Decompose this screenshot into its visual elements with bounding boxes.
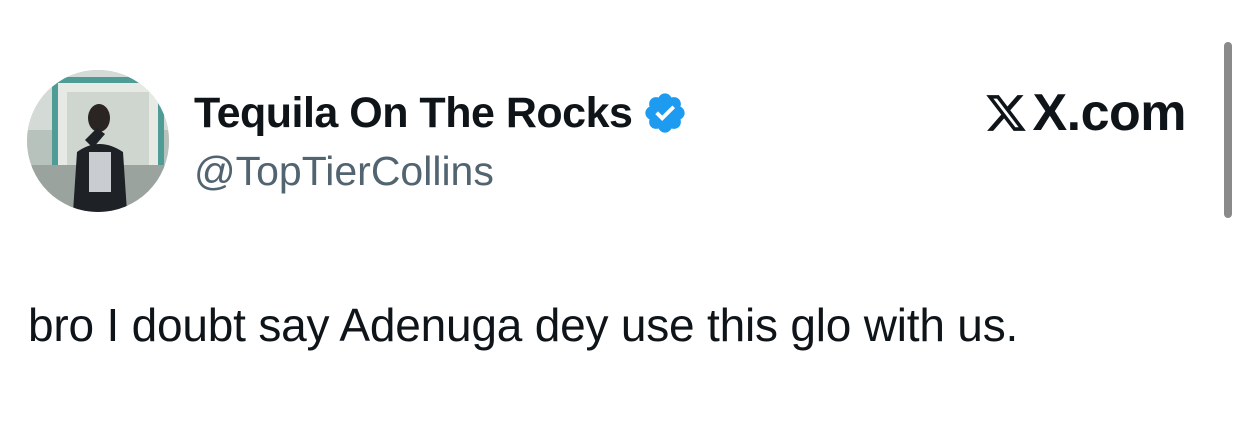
name-row: Tequila On The Rocks: [194, 86, 688, 140]
scrollbar-thumb[interactable]: [1224, 42, 1232, 218]
author-block: Tequila On The Rocks @TopTierCollins: [194, 86, 688, 195]
user-handle[interactable]: @TopTierCollins: [194, 148, 688, 195]
x-logo-icon: [986, 95, 1027, 131]
verified-badge-icon: [645, 93, 686, 133]
brand-text: X.com: [1032, 84, 1186, 142]
avatar-photo: [27, 70, 169, 212]
tweet-card: Tequila On The Rocks @TopTierCollins X.c…: [0, 0, 1242, 432]
avatar[interactable]: [27, 70, 169, 212]
brand-mark: X.com: [984, 84, 1186, 142]
display-name[interactable]: Tequila On The Rocks: [194, 89, 633, 138]
tweet-text: bro I doubt say Adenuga dey use this glo…: [28, 299, 1019, 351]
